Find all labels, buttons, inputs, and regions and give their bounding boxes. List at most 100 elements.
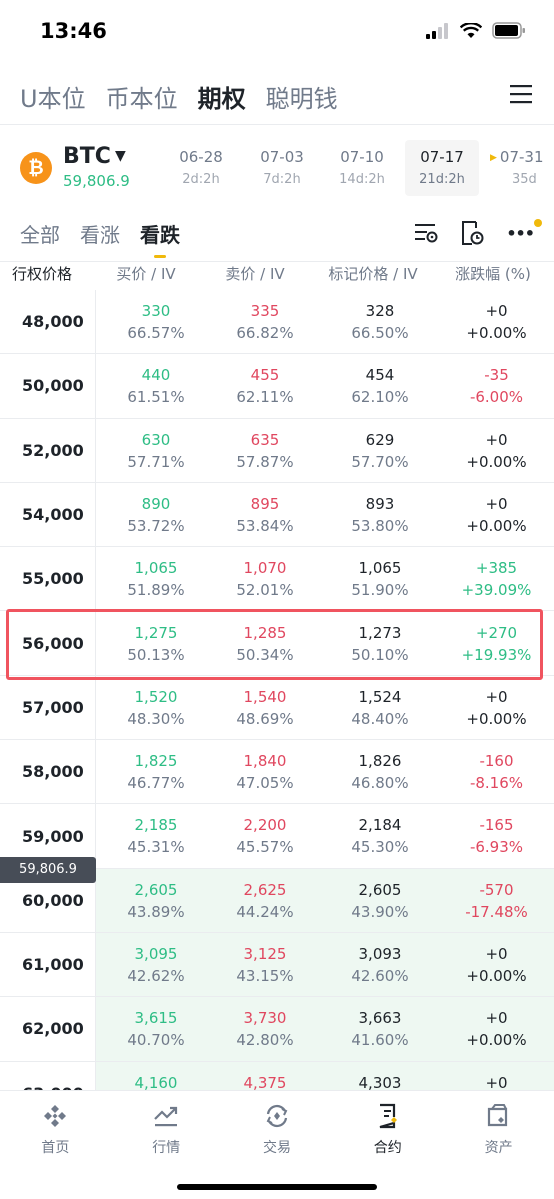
ask-iv: 52.01% xyxy=(236,581,294,600)
expiry-option[interactable]: 07-10 14d:2h xyxy=(325,140,399,196)
nav-futures[interactable]: 合约 xyxy=(332,1091,443,1199)
ask-iv: 50.34% xyxy=(236,645,294,664)
ask-price: 1,070 xyxy=(243,559,287,578)
bid-iv: 61.51% xyxy=(127,388,185,407)
asset-symbol[interactable]: BTC xyxy=(63,144,111,169)
bid-cell[interactable]: 1,825 46.77% xyxy=(96,750,216,794)
table-row[interactable]: 52,000 630 57.71% 635 57.87% 629 57.70% +0 +0.00… xyxy=(0,418,554,483)
home-icon xyxy=(44,1105,67,1127)
row-quotes: 3,095 42.62% 3,125 43.15% 3,093 42.60% +0 +0.00… xyxy=(96,933,554,997)
ask-cell[interactable]: 4,375 xyxy=(206,1072,324,1090)
table-row[interactable]: 54,000 890 53.72% 895 53.84% 893 53.80% +0 +0.00… xyxy=(0,482,554,548)
ask-cell[interactable]: 2,625 44.24% xyxy=(206,879,324,923)
change-cell: +0 +0.00% xyxy=(439,429,554,473)
tab-all[interactable]: 全部 xyxy=(20,218,60,258)
ask-price: 635 xyxy=(250,430,280,449)
more-dots-icon: ••• xyxy=(506,223,535,243)
table-row[interactable]: 62,000 3,615 40.70% 3,730 42.80% 3,663 41.60% +… xyxy=(0,997,554,1062)
ask-price: 1,540 xyxy=(243,687,287,706)
expiry-option-selected[interactable]: 07-17 21d:2h xyxy=(405,140,479,196)
ask-price: 335 xyxy=(250,302,280,320)
expiry-option[interactable]: ▶ 07-31 35d xyxy=(490,140,554,196)
ask-cell[interactable]: 1,840 47.05% xyxy=(206,750,324,794)
expiry-option[interactable]: 06-28 2d:2h xyxy=(164,140,238,196)
ask-cell[interactable]: 1,540 48.69% xyxy=(206,686,324,730)
mark-cell: 3,663 41.60% xyxy=(321,1007,439,1051)
bid-cell[interactable]: 890 53.72% xyxy=(96,493,216,537)
bid-cell[interactable]: 1,520 48.30% xyxy=(96,686,216,730)
ask-cell[interactable]: 2,200 45.57% xyxy=(206,814,324,858)
bid-cell[interactable]: 3,095 42.62% xyxy=(96,943,216,987)
bitcoin-icon: ₿ xyxy=(20,152,52,184)
bid-iv: 46.77% xyxy=(127,774,185,793)
bid-cell[interactable]: 440 61.51% xyxy=(96,364,216,408)
bid-cell[interactable]: 1,275 50.13% xyxy=(96,622,216,666)
tab-calls[interactable]: 看涨 xyxy=(80,218,120,258)
expiry-option[interactable]: 07-03 7d:2h xyxy=(245,140,319,196)
bid-cell[interactable]: 3,615 40.70% xyxy=(96,1007,216,1051)
tab-smart-money[interactable]: 聪明钱 xyxy=(266,79,338,114)
bid-cell[interactable]: 330 66.57% xyxy=(96,300,216,344)
ask-price: 455 xyxy=(250,366,280,385)
table-row[interactable]: 57,000 1,520 48.30% 1,540 48.69% 1,524 48.40% +… xyxy=(0,675,554,741)
table-row[interactable]: 56,000 1,275 50.13% 1,285 50.34% 1,273 50.10% +… xyxy=(0,611,554,676)
bid-cell[interactable]: 2,605 43.89% xyxy=(96,879,216,923)
bid-price: 2,605 xyxy=(134,880,178,899)
header-mark: 标记价格 / IV xyxy=(328,265,418,283)
filter-settings-icon[interactable] xyxy=(414,222,438,244)
tab-puts[interactable]: 看跌 xyxy=(140,218,180,258)
hamburger-menu-icon[interactable] xyxy=(510,84,532,104)
ask-cell[interactable]: 1,285 50.34% xyxy=(206,622,324,666)
table-row[interactable]: 58,000 1,825 46.77% 1,840 47.05% 1,826 46.80% -… xyxy=(0,740,554,805)
ask-cell[interactable]: 635 57.87% xyxy=(206,429,324,473)
table-row[interactable]: 50,000 440 61.51% 455 62.11% 454 62.10% -35 -6.0… xyxy=(0,354,554,419)
mark-iv: 53.80% xyxy=(351,516,409,535)
ask-price: 3,125 xyxy=(243,945,287,963)
nav-markets[interactable]: 行情 xyxy=(111,1091,222,1199)
row-quotes: 1,275 50.13% 1,285 50.34% 1,273 50.10% +270 +19… xyxy=(96,612,554,675)
nav-assets[interactable]: 资产 xyxy=(443,1091,554,1199)
table-row[interactable]: 61,000 3,095 42.62% 3,125 43.15% 3,093 42.60% +… xyxy=(0,933,554,998)
ask-cell[interactable]: 3,730 42.80% xyxy=(206,1007,324,1051)
bid-cell[interactable]: 2,185 45.31% xyxy=(96,814,216,858)
tab-usdm[interactable]: U本位 xyxy=(20,79,86,114)
nav-label: 资产 xyxy=(484,1140,513,1156)
tab-options[interactable]: 期权 xyxy=(198,79,246,114)
nav-trade[interactable]: 交易 xyxy=(222,1091,333,1199)
nav-home[interactable]: 首页 xyxy=(0,1091,111,1199)
bid-price: 2,185 xyxy=(134,816,178,835)
bid-price: 3,615 xyxy=(134,1009,178,1028)
header-change: 涨跌幅 (%) xyxy=(455,265,531,283)
header-strike: 行权价格 xyxy=(12,265,73,283)
mark-cell: 1,273 50.10% xyxy=(321,622,439,666)
bid-cell[interactable]: 4,160 xyxy=(96,1072,216,1090)
tab-coinm[interactable]: 币本位 xyxy=(106,79,178,114)
change-percent: -17.48% xyxy=(465,902,528,921)
ask-cell[interactable]: 335 66.82% xyxy=(206,300,324,344)
table-row[interactable]: 55,000 1,065 51.89% 1,070 52.01% 1,065 51.90% +… xyxy=(0,547,554,612)
bid-cell[interactable]: 630 57.71% xyxy=(96,429,216,473)
change-percent: +0.00% xyxy=(466,1031,527,1050)
strike-price: 56,000 xyxy=(0,611,96,675)
ask-cell[interactable]: 1,070 52.01% xyxy=(206,557,324,601)
ask-cell[interactable]: 455 62.11% xyxy=(206,364,324,408)
change-cell: +0 +0.00% xyxy=(439,943,554,987)
asset-price: 59,806.9 xyxy=(63,172,130,190)
caret-down-icon[interactable]: ▼ xyxy=(115,148,126,164)
change-cell: +0 +0.00% xyxy=(439,493,554,537)
bid-cell[interactable]: 1,065 51.89% xyxy=(96,557,216,601)
more-button[interactable]: ••• xyxy=(506,218,542,243)
change-value: +0 xyxy=(485,1009,508,1028)
bid-price: 1,275 xyxy=(134,623,178,642)
ask-cell[interactable]: 895 53.84% xyxy=(206,493,324,537)
table-row[interactable]: 48,000 330 66.57% 335 66.82% 328 66.50% +0 +0.00… xyxy=(0,290,554,355)
change-value: -165 xyxy=(479,816,514,835)
status-bar: 13:46 xyxy=(0,0,554,66)
mark-price: 1,273 xyxy=(358,623,402,642)
history-clock-icon[interactable] xyxy=(460,220,484,246)
row-quotes: 2,185 45.31% 2,200 45.57% 2,184 45.30% -165 -6.… xyxy=(96,804,554,867)
mark-cell: 1,065 51.90% xyxy=(321,557,439,601)
ask-cell[interactable]: 3,125 43.15% xyxy=(206,943,324,987)
mark-iv: 43.90% xyxy=(351,902,409,921)
table-row[interactable]: 63,000 4,160 4,375 4,303 +0 xyxy=(0,1061,554,1090)
